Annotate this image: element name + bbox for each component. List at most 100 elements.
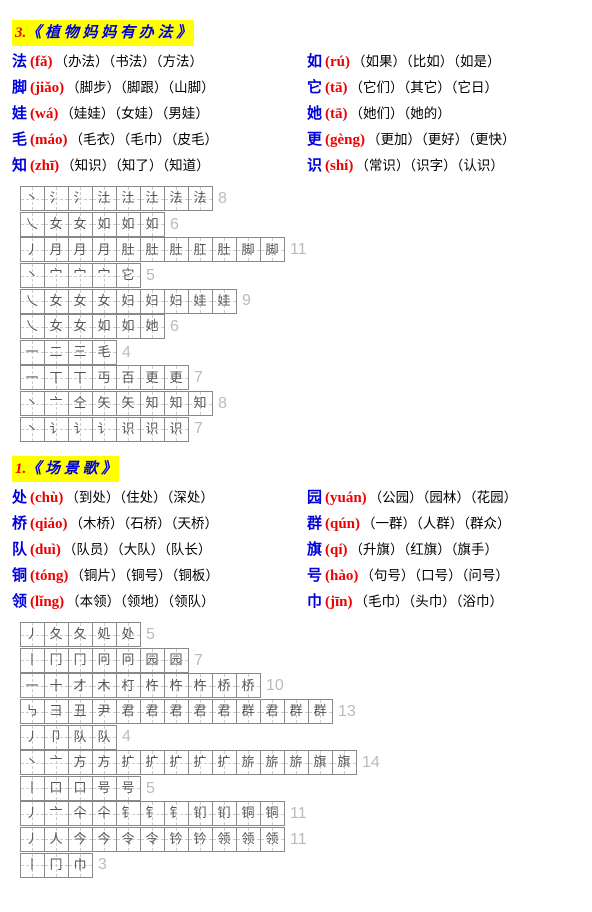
stroke-glyph: 冋 (121, 650, 134, 671)
stroke-glyph: 卩 (49, 727, 62, 748)
stroke-count: 6 (170, 314, 179, 340)
stroke-glyph: 仐 (97, 803, 110, 824)
stroke-glyph: 女 (49, 316, 62, 337)
vocab-entry: 处(chù)（到处）（住处）（深处） (12, 486, 285, 510)
vocab-column-right: 如(rú)（如果）（比如）（如是）它(tā)（它们）（其它）（它日）她(tā)（… (307, 50, 580, 180)
stroke-cell: 领 (260, 827, 285, 852)
compound-words: （句号）（口号）（问号） (360, 565, 509, 587)
stroke-cell: 丅 (44, 365, 69, 390)
stroke-glyph: 扩 (169, 752, 182, 773)
stroke-cell: 丶 (20, 750, 45, 775)
stroke-cell: 口 (44, 776, 69, 801)
stroke-count: 11 (290, 827, 307, 853)
hanzi: 园 (307, 486, 325, 510)
stroke-cell: 丿 (20, 725, 45, 750)
stroke-cell: 钅 (140, 801, 165, 826)
stroke-cell: 宀 (92, 263, 117, 288)
stroke-cell: 妇 (116, 289, 141, 314)
stroke-glyph: 园 (145, 650, 158, 671)
stroke-cell: 妇 (164, 289, 189, 314)
stroke-glyph: 二 (49, 342, 62, 363)
stroke-cell: 汢 (92, 186, 117, 211)
vocab-entry: 队(duì)（队员）（大队）（队长） (12, 538, 285, 562)
stroke-row: 丨口口号号5 (20, 776, 580, 802)
stroke-glyph: 群 (313, 701, 326, 722)
hanzi: 处 (12, 486, 30, 510)
stroke-order-block: 丿夂夂処处5丨冂冂冋冋园园7一十才木朾杵杵杵桥桥10㇉⺕丑尹君君君君君群君群群1… (20, 622, 580, 878)
stroke-cell: 君 (212, 699, 237, 724)
stroke-glyph: 号 (97, 778, 110, 799)
stroke-glyph: ⺕ (49, 701, 62, 722)
pinyin: (tóng) (30, 564, 68, 588)
stroke-glyph: 氵 (73, 188, 86, 209)
stroke-cell: 旂 (284, 750, 309, 775)
pinyin: (tā) (325, 76, 348, 100)
stroke-cell: 矢 (116, 391, 141, 416)
stroke-glyph: 如 (97, 316, 110, 337)
stroke-glyph: 君 (121, 701, 134, 722)
stroke-cell: 一 (20, 673, 45, 698)
stroke-glyph: 妇 (169, 291, 182, 312)
stroke-glyph: 丶 (25, 265, 38, 286)
stroke-glyph: 杵 (169, 676, 182, 697)
stroke-glyph: 肛 (193, 240, 206, 261)
stroke-cell: 君 (260, 699, 285, 724)
stroke-glyph: 妇 (145, 291, 158, 312)
stroke-glyph: 丶 (25, 188, 38, 209)
stroke-cell: 肚 (164, 237, 189, 262)
stroke-glyph: 识 (145, 419, 158, 440)
stroke-glyph: 钤 (193, 829, 206, 850)
stroke-glyph: 汢 (121, 188, 134, 209)
stroke-glyph: 十 (49, 676, 62, 697)
stroke-cell: 群 (308, 699, 333, 724)
hanzi: 娃 (12, 102, 30, 126)
stroke-glyph: 如 (121, 214, 134, 235)
stroke-cell: 君 (164, 699, 189, 724)
stroke-cell: 丅 (68, 365, 93, 390)
stroke-glyph: 钅 (169, 803, 182, 824)
stroke-glyph: 钅 (121, 803, 134, 824)
stroke-cell: 令 (140, 827, 165, 852)
stroke-glyph: 君 (169, 701, 182, 722)
pinyin: (fǎ) (30, 50, 53, 74)
stroke-glyph: 杵 (145, 676, 158, 697)
stroke-cell: 月 (68, 237, 93, 262)
stroke-cell: 丏 (92, 365, 117, 390)
stroke-glyph: 一 (25, 676, 38, 697)
stroke-cell: ㇉ (20, 699, 45, 724)
stroke-glyph: 法 (169, 188, 182, 209)
stroke-glyph: 丅 (73, 368, 86, 389)
stroke-cell: 女 (68, 314, 93, 339)
pinyin: (shí) (325, 154, 353, 178)
stroke-glyph: 宀 (49, 265, 62, 286)
vocab-entry: 更(gèng)（更加）（更好）（更快） (307, 128, 580, 152)
stroke-glyph: 女 (49, 214, 62, 235)
stroke-glyph: 朾 (121, 676, 134, 697)
stroke-cell: 知 (140, 391, 165, 416)
stroke-glyph: 肚 (121, 240, 134, 261)
hanzi: 如 (307, 50, 325, 74)
stroke-cell: 识 (164, 417, 189, 442)
hanzi: 毛 (12, 128, 30, 152)
stroke-glyph: 如 (121, 316, 134, 337)
stroke-cell: 娃 (188, 289, 213, 314)
vocab-column-left: 处(chù)（到处）（住处）（深处）桥(qiáo)（木桥）（石桥）（天桥）队(d… (12, 486, 285, 616)
stroke-glyph: 令 (145, 829, 158, 850)
stroke-row: 丿亠仐仐钅钅钅钔钔铜铜11 (20, 801, 580, 827)
stroke-cell: 氵 (68, 186, 93, 211)
stroke-cell: 桥 (212, 673, 237, 698)
vocab-entry: 法(fǎ)（办法）（书法）（方法） (12, 50, 285, 74)
pinyin: (gèng) (325, 128, 365, 152)
stroke-cell: 君 (116, 699, 141, 724)
stroke-cell: 二 (44, 340, 69, 365)
vocab-columns: 法(fǎ)（办法）（书法）（方法）脚(jiǎo)（脚步）（脚跟）（山脚）娃(wá… (12, 50, 580, 180)
stroke-glyph: 丨 (25, 650, 38, 671)
stroke-glyph: 它 (121, 265, 134, 286)
stroke-glyph: 脚 (241, 240, 254, 261)
stroke-count: 7 (194, 416, 203, 442)
stroke-glyph: 园 (169, 650, 182, 671)
stroke-cell: 尹 (92, 699, 117, 724)
hanzi: 桥 (12, 512, 30, 536)
stroke-cell: 巾 (68, 853, 93, 878)
stroke-glyph: 领 (241, 829, 254, 850)
